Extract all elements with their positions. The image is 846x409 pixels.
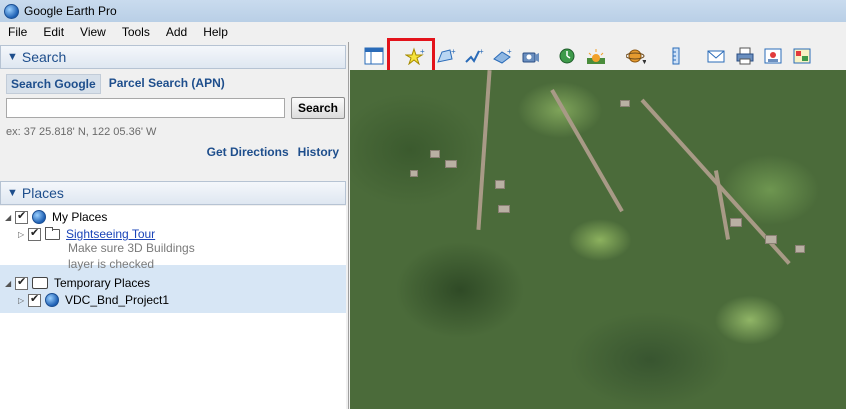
map-building	[410, 170, 418, 177]
temporary-places-label: Temporary Places	[54, 276, 151, 290]
collapse-triangle-icon[interactable]: ▼	[7, 51, 18, 63]
map-view[interactable]	[350, 70, 846, 409]
map-building	[495, 180, 505, 189]
expand-arrow-icon[interactable]: ▷	[18, 230, 28, 239]
checkbox[interactable]	[28, 226, 41, 241]
map-building	[765, 235, 777, 244]
path-icon[interactable]: +	[463, 46, 485, 66]
search-header-label: Search	[21, 49, 67, 65]
get-directions-link[interactable]: Get Directions	[207, 145, 289, 159]
email-icon[interactable]	[705, 46, 727, 66]
tree-item-temporary-places[interactable]: ◢ Temporary Places	[5, 275, 150, 291]
print-icon[interactable]	[734, 46, 756, 66]
tab-search-google[interactable]: Search Google	[6, 74, 101, 94]
polygon-icon[interactable]: +	[435, 46, 457, 66]
sunlight-icon[interactable]	[585, 46, 607, 66]
menu-file[interactable]: File	[0, 25, 35, 39]
overlay-icon[interactable]: +	[491, 46, 513, 66]
menu-edit[interactable]: Edit	[35, 25, 72, 39]
view-in-maps-icon[interactable]	[791, 46, 813, 66]
svg-text:+: +	[479, 47, 484, 56]
search-example: ex: 37 25.818' N, 122 05.36' W	[6, 126, 157, 138]
tree-item-my-places[interactable]: ◢ My Places	[5, 209, 107, 225]
globe-icon	[45, 293, 59, 307]
map-road	[550, 89, 624, 213]
checkbox[interactable]	[28, 292, 41, 307]
map-building	[620, 100, 630, 107]
expand-arrow-icon[interactable]: ◢	[5, 279, 15, 288]
tree-item-sightseeing-tour[interactable]: ▷ Sightseeing Tour	[18, 226, 155, 242]
sidebar-icon[interactable]	[363, 46, 385, 66]
google-earth-icon	[4, 3, 19, 19]
search-panel-header[interactable]: ▼ Search	[0, 45, 346, 69]
record-tour-icon[interactable]	[520, 46, 542, 66]
menu-view[interactable]: View	[72, 25, 114, 39]
left-panel: ▼ Search Search Google Parcel Search (AP…	[0, 42, 349, 409]
globe-icon	[32, 210, 46, 224]
map-building	[445, 160, 457, 168]
project-label: VDC_Bnd_Project1	[65, 293, 170, 307]
svg-text:+: +	[451, 47, 456, 56]
ruler-icon[interactable]	[665, 46, 687, 66]
window-title: Google Earth Pro	[24, 4, 117, 18]
menu-add[interactable]: Add	[158, 25, 195, 39]
svg-text:▼: ▼	[641, 59, 646, 65]
temporary-places-icon	[32, 277, 48, 289]
menu-help[interactable]: Help	[195, 25, 236, 39]
map-road	[476, 70, 492, 230]
map-road	[713, 170, 731, 240]
tab-parcel-search[interactable]: Parcel Search (APN)	[105, 74, 229, 94]
save-image-icon[interactable]	[762, 46, 784, 66]
tree-item-project[interactable]: ▷ VDC_Bnd_Project1	[18, 292, 169, 308]
svg-text:+: +	[507, 47, 512, 56]
historical-imagery-icon[interactable]	[556, 46, 578, 66]
checkbox[interactable]	[15, 209, 28, 224]
search-tabs: Search Google Parcel Search (APN)	[6, 74, 233, 94]
my-places-label: My Places	[52, 210, 108, 224]
search-links: Get Directions History	[198, 145, 339, 159]
sightseeing-tour-link[interactable]: Sightseeing Tour	[66, 227, 155, 241]
map-building	[498, 205, 510, 213]
map-building	[430, 150, 440, 158]
expand-arrow-icon[interactable]: ▷	[18, 296, 28, 305]
menu-tools[interactable]: Tools	[114, 25, 158, 39]
map-building	[795, 245, 805, 253]
collapse-triangle-icon[interactable]: ▼	[7, 187, 18, 199]
places-panel-header[interactable]: ▼ Places	[0, 181, 346, 205]
folder-icon	[45, 226, 60, 240]
title-bar: Google Earth Pro	[0, 0, 846, 22]
tour-description-line2: layer is checked	[68, 257, 155, 271]
places-tree: ◢ My Places ▷ Sightseeing Tour Make sure…	[0, 206, 346, 409]
expand-arrow-icon[interactable]: ◢	[5, 213, 15, 222]
search-input[interactable]	[6, 98, 285, 118]
tour-description-line1: Make sure 3D Buildings	[68, 241, 195, 255]
places-header-label: Places	[21, 185, 64, 201]
checkbox[interactable]	[15, 275, 28, 290]
history-link[interactable]: History	[298, 145, 339, 159]
search-button[interactable]: Search	[291, 97, 345, 119]
map-building	[730, 218, 742, 227]
planets-icon[interactable]: ▼	[625, 46, 647, 66]
